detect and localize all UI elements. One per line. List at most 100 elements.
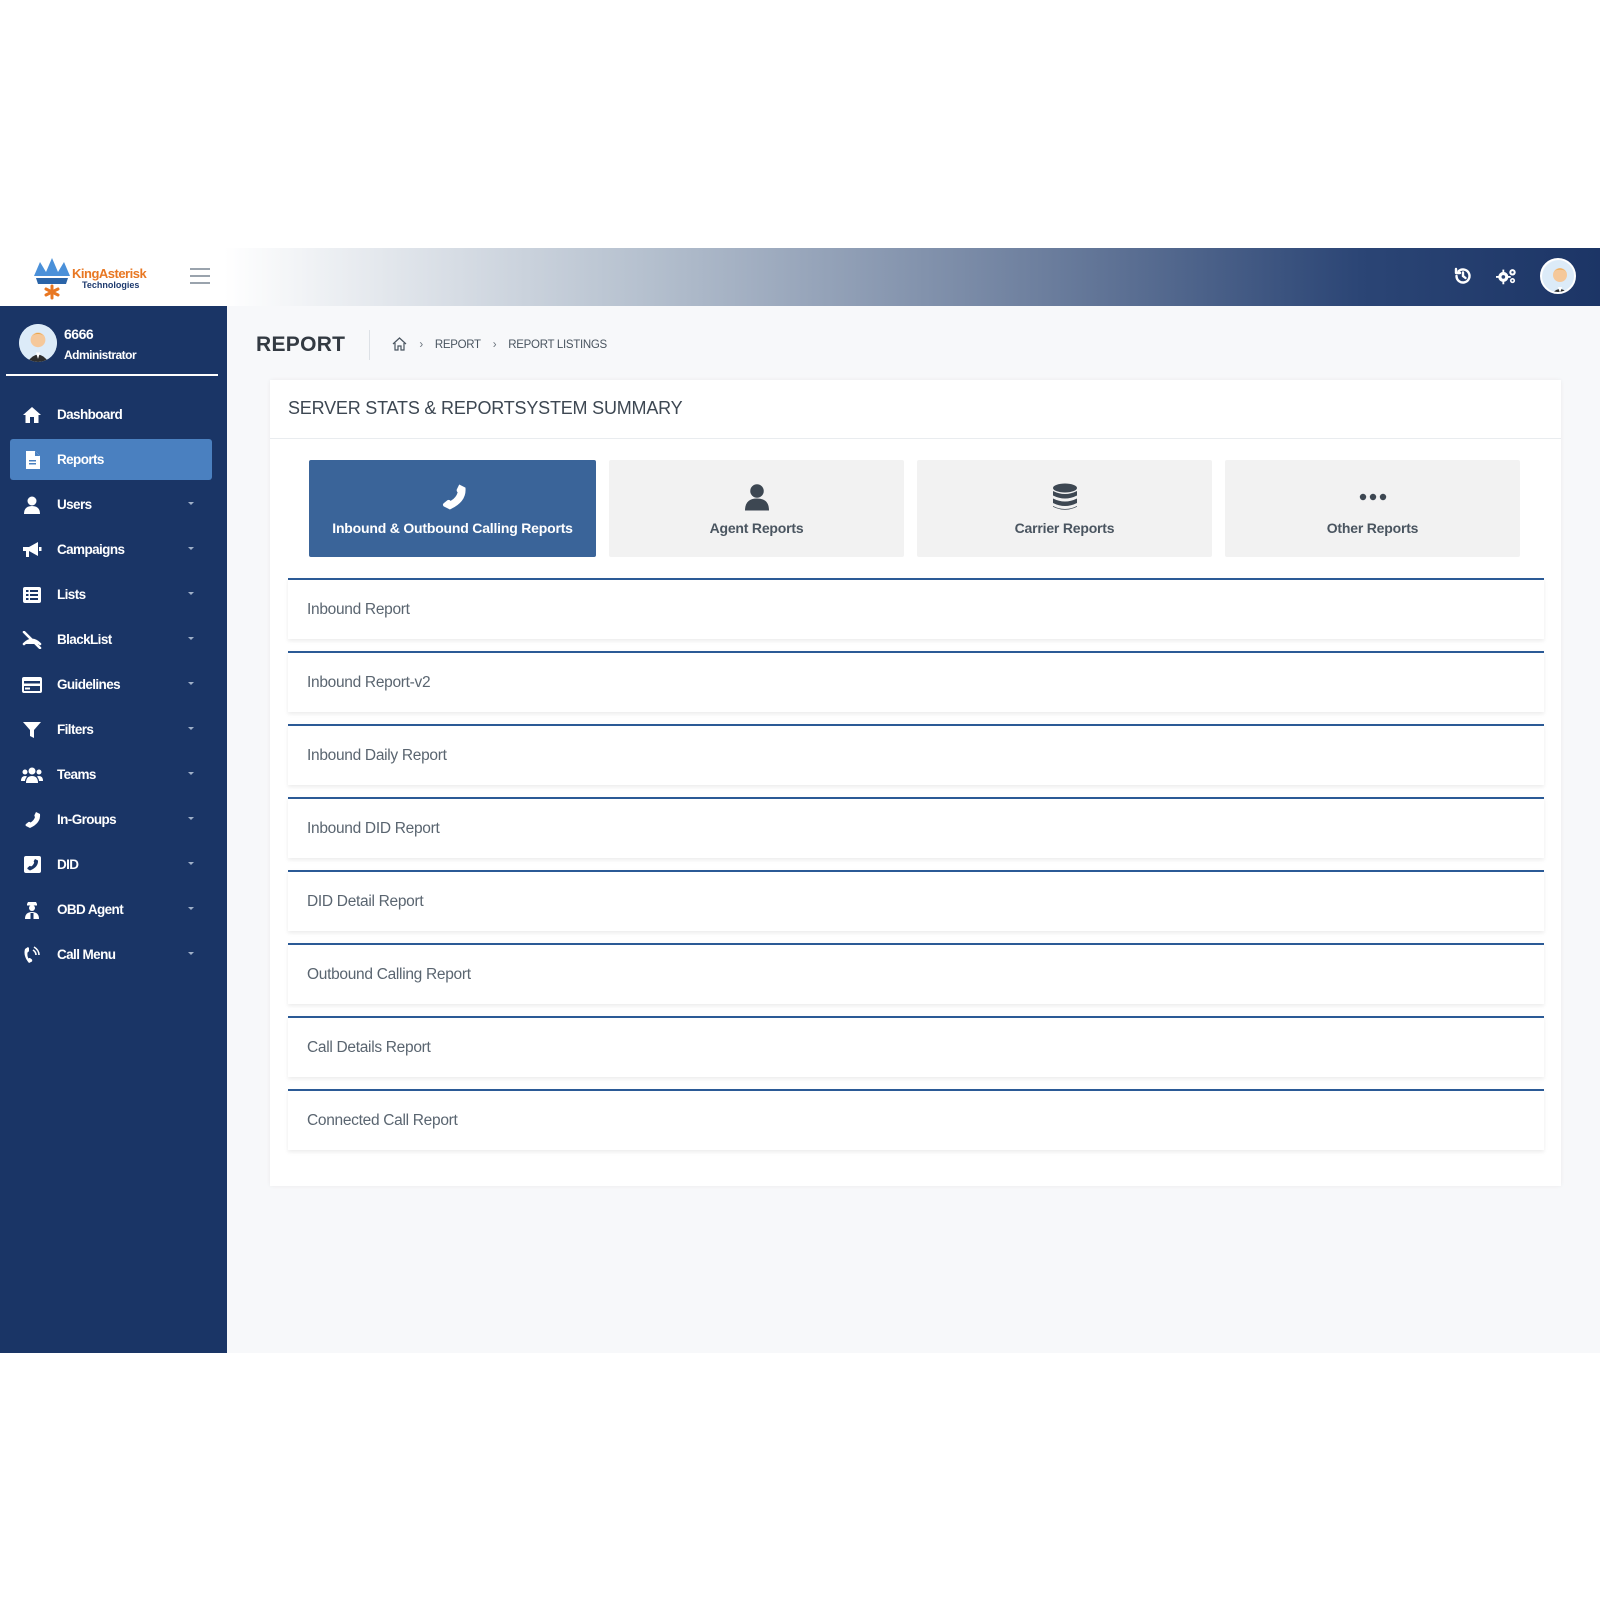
agent-icon [21,899,43,921]
tab-label: Other Reports [1326,519,1419,536]
report-item-call-details-report[interactable]: Call Details Report [288,1016,1544,1077]
sidebar-item-label: Call Menu [57,947,116,962]
sidebar-item-label: Lists [57,587,86,602]
sidebar-item-label: Filters [57,722,94,737]
tab-agent-reports[interactable]: Agent Reports [609,460,904,557]
avatar-icon [19,324,57,362]
report-item-did-detail-report[interactable]: DID Detail Report [288,870,1544,931]
logo[interactable]: KingAsterisk Technologies [30,254,150,300]
home-icon [21,404,43,426]
user-icon [21,494,43,516]
sidebar-item-label: Users [57,497,92,512]
chevron-down-icon [188,682,194,685]
sidebar-item-label: BlackList [57,632,112,647]
user-role: Administrator [64,348,137,362]
sidebar: 6666 Administrator Dashboard Reports Use… [0,306,227,1353]
list-icon [21,584,43,606]
sidebar-item-lists[interactable]: Lists [10,574,212,615]
users-icon [21,764,43,786]
report-card: SERVER STATS & REPORTSYSTEM SUMMARY Inbo… [270,380,1561,1186]
megaphone-icon [21,539,43,561]
chevron-down-icon [188,772,194,775]
chevron-down-icon [188,907,194,910]
page-header: REPORT › REPORT › REPORT LISTINGS [256,330,607,360]
chevron-down-icon [188,817,194,820]
sidebar-item-label: Reports [57,452,104,467]
report-item-inbound-daily-report[interactable]: Inbound Daily Report [288,724,1544,785]
card-title: SERVER STATS & REPORTSYSTEM SUMMARY [288,398,683,418]
chevron-right-icon: › [492,339,497,351]
blocked-phone-icon [21,629,43,651]
user-avatar[interactable] [1540,258,1576,294]
credit-card-icon [21,674,43,696]
sidebar-nav: Dashboard Reports Users Campaigns Lists [10,394,212,979]
breadcrumb: › REPORT › REPORT LISTINGS [392,336,607,354]
report-list: Inbound Report Inbound Report-v2 Inbound… [288,578,1544,1162]
sidebar-item-label: In-Groups [57,812,117,827]
tab-label: Carrier Reports [1014,519,1115,536]
sidebar-item-blacklist[interactable]: BlackList [10,619,212,660]
chevron-down-icon [188,502,194,505]
sidebar-item-campaigns[interactable]: Campaigns [10,529,212,570]
tab-inbound-outbound[interactable]: Inbound & Outbound Calling Reports [309,460,596,557]
sidebar-item-label: Guidelines [57,677,121,692]
phone-icon [21,809,43,831]
report-item-outbound-calling-report[interactable]: Outbound Calling Report [288,943,1544,1004]
user-id: 6666 [64,326,94,342]
sidebar-avatar [19,324,57,362]
sidebar-item-label: Dashboard [57,407,123,422]
brand-name: KingAsterisk [72,266,147,281]
sidebar-item-teams[interactable]: Teams [10,754,212,795]
phone-square-icon [21,854,43,876]
breadcrumb-item[interactable]: REPORT [435,339,481,351]
file-icon [21,449,43,471]
chevron-down-icon [188,727,194,730]
sidebar-item-label: DID [57,857,79,872]
sidebar-item-dashboard[interactable]: Dashboard [10,394,212,435]
chevron-down-icon [188,862,194,865]
user-icon [744,482,769,512]
filter-icon [21,719,43,741]
sidebar-item-call-menu[interactable]: Call Menu [10,934,212,975]
sidebar-item-filters[interactable]: Filters [10,709,212,750]
report-item-inbound-report-v2[interactable]: Inbound Report-v2 [288,651,1544,712]
page-title: REPORT [256,330,371,360]
app-window: KingAsterisk Technologies 6666 Administr… [0,248,1600,1353]
sidebar-item-guidelines[interactable]: Guidelines [10,664,212,705]
tab-label: Inbound & Outbound Calling Reports [332,519,573,536]
chevron-down-icon [188,547,194,550]
user-profile[interactable]: 6666 Administrator [6,320,218,376]
sidebar-item-label: Teams [57,767,96,782]
sidebar-item-reports[interactable]: Reports [10,439,212,480]
chevron-down-icon [188,637,194,640]
phone-icon [439,482,467,512]
avatar-icon [1542,260,1574,292]
chevron-right-icon: › [419,339,423,351]
breadcrumb-item: REPORT LISTINGS [508,339,607,351]
sidebar-item-label: OBD Agent [57,902,124,917]
tab-label: Agent Reports [709,519,804,536]
sidebar-item-did[interactable]: DID [10,844,212,885]
home-icon[interactable] [392,336,407,354]
tab-other-reports[interactable]: Other Reports [1225,460,1520,557]
chevron-down-icon [188,592,194,595]
chevron-down-icon [188,952,194,955]
top-bar: KingAsterisk Technologies [0,248,1600,306]
ellipsis-icon [1359,482,1387,512]
report-item-connected-call-report[interactable]: Connected Call Report [288,1089,1544,1150]
database-icon [1052,482,1077,512]
settings-icon[interactable] [1496,265,1518,287]
divider [270,438,1561,439]
sidebar-item-obd-agent[interactable]: OBD Agent [10,889,212,930]
report-item-inbound-did-report[interactable]: Inbound DID Report [288,797,1544,858]
report-item-inbound-report[interactable]: Inbound Report [288,578,1544,639]
brand-sub: Technologies [82,280,140,290]
phone-volume-icon [21,944,43,966]
menu-toggle-icon[interactable] [190,268,210,284]
sidebar-item-users[interactable]: Users [10,484,212,525]
tab-carrier-reports[interactable]: Carrier Reports [917,460,1212,557]
sidebar-item-label: Campaigns [57,542,125,557]
report-tabs: Inbound & Outbound Calling Reports Agent… [309,460,1520,557]
sidebar-item-in-groups[interactable]: In-Groups [10,799,212,840]
history-icon[interactable] [1452,265,1474,287]
